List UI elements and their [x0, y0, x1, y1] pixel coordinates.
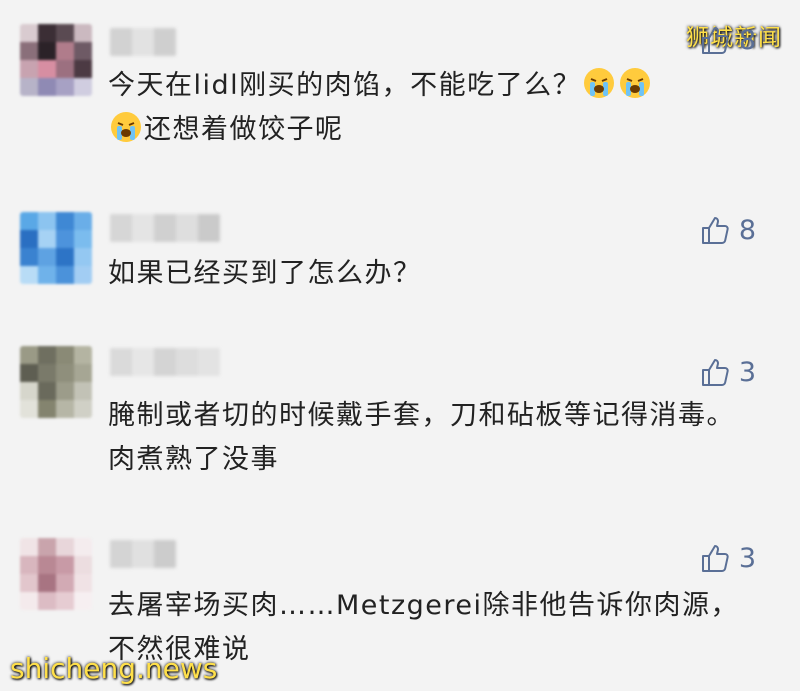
- like-button[interactable]: 3: [699, 542, 756, 574]
- thumbs-up-icon: [701, 217, 729, 244]
- crying-face-icon: [620, 68, 651, 98]
- avatar[interactable]: [20, 212, 92, 284]
- like-count: 8: [738, 214, 756, 246]
- thumbs-up-icon: [701, 27, 729, 54]
- thumbs-up-icon: [701, 545, 729, 572]
- avatar[interactable]: [20, 346, 92, 418]
- like-count: 3: [738, 542, 756, 574]
- like-button[interactable]: 8: [699, 24, 756, 56]
- comment-text: 腌制或者切的时候戴手套，刀和砧板等记得消毒。肉煮熟了没事: [108, 400, 735, 475]
- avatar[interactable]: [20, 24, 92, 96]
- like-count: 3: [738, 356, 756, 388]
- nickname-blurred[interactable]: [110, 28, 176, 56]
- comment-text: 如果已经买到了怎么办？: [108, 258, 422, 289]
- like-button[interactable]: 3: [699, 356, 756, 388]
- nickname-blurred[interactable]: [110, 540, 176, 568]
- thumbs-up-icon: [701, 359, 729, 386]
- crying-face-icon: [584, 68, 615, 98]
- watermark-bottom: shicheng.news: [10, 652, 218, 685]
- crying-face-icon: [111, 112, 141, 142]
- like-count: 8: [738, 24, 756, 56]
- like-button[interactable]: 8: [699, 214, 756, 246]
- comment-text: 今天在lidl刚买的肉馅，不能吃了么？ 还想着做饺子呢: [108, 64, 748, 152]
- nickname-blurred[interactable]: [110, 214, 220, 242]
- nickname-blurred[interactable]: [110, 348, 220, 376]
- avatar[interactable]: [20, 538, 92, 610]
